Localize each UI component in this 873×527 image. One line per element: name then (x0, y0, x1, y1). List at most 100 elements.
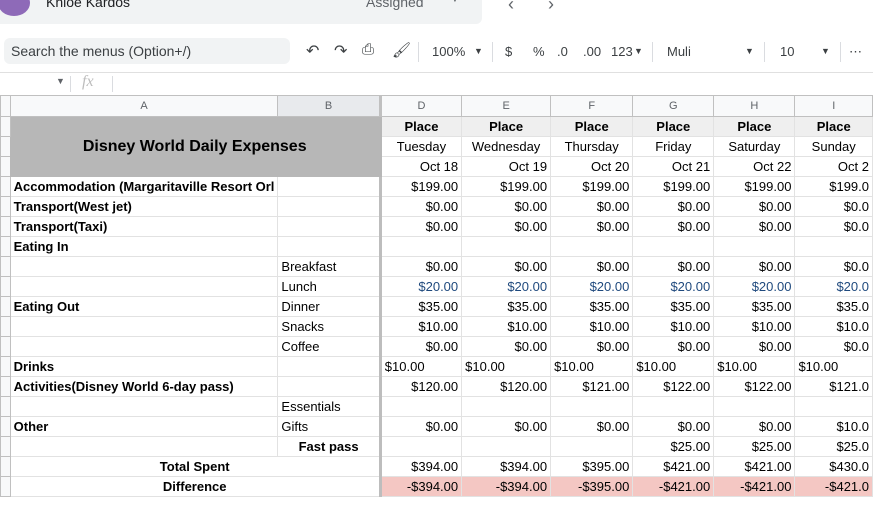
row-label[interactable]: Eating In (9, 236, 279, 257)
value-cell[interactable]: $0.00 (550, 256, 634, 277)
value-cell[interactable]: $10.00 (379, 356, 463, 377)
value-cell[interactable]: $25.00 (713, 436, 796, 457)
row-header[interactable] (0, 316, 11, 337)
column-header-b[interactable]: B (277, 95, 382, 117)
value-cell[interactable] (461, 436, 552, 457)
sub-label[interactable]: Gifts (277, 416, 382, 437)
value-cell[interactable]: $35.00 (379, 296, 463, 317)
value-cell[interactable]: -$394.00 (379, 476, 463, 497)
value-cell[interactable]: $0.00 (461, 196, 552, 217)
row-label[interactable]: Difference (9, 476, 382, 497)
value-cell[interactable]: $35.00 (713, 296, 796, 317)
value-cell[interactable]: $0.0 (794, 336, 873, 357)
value-cell[interactable]: $0.00 (713, 336, 796, 357)
assignee-chip[interactable]: Khloe Kardos Assigned ▼ (0, 0, 482, 24)
value-cell[interactable]: -$395.00 (550, 476, 634, 497)
value-cell[interactable]: $0.00 (550, 416, 634, 437)
row-label[interactable]: Transport(West jet) (9, 196, 279, 217)
place-header[interactable]: Place (550, 116, 634, 137)
column-header-e[interactable]: E (461, 95, 552, 117)
formats-caret-icon[interactable]: ▼ (634, 46, 643, 56)
decrease-decimal-button[interactable]: .0 (557, 44, 568, 59)
place-header[interactable]: Place (379, 116, 463, 137)
percent-button[interactable]: % (533, 44, 545, 59)
row-header[interactable] (0, 376, 11, 397)
menu-search-input[interactable]: Search the menus (Option+/) (4, 38, 290, 64)
value-cell[interactable]: -$421.00 (713, 476, 796, 497)
row-header[interactable] (0, 236, 11, 257)
row-label[interactable] (9, 336, 279, 357)
value-cell[interactable]: $0.00 (379, 336, 463, 357)
value-cell[interactable]: $421.00 (713, 456, 796, 477)
value-cell[interactable]: $121.0 (794, 376, 873, 397)
value-cell[interactable]: $10.00 (379, 316, 463, 337)
row-header[interactable] (0, 416, 11, 437)
nav-arrows[interactable]: ‹› (508, 0, 588, 15)
value-cell[interactable] (550, 436, 634, 457)
value-cell[interactable]: $35.0 (794, 296, 873, 317)
sub-label[interactable]: Fast pass (277, 436, 382, 457)
place-header[interactable]: Place (713, 116, 796, 137)
value-cell[interactable]: $0.00 (550, 196, 634, 217)
currency-button[interactable]: $ (505, 44, 512, 59)
value-cell[interactable]: $20.0 (794, 276, 873, 297)
column-header-g[interactable]: G (632, 95, 715, 117)
value-cell[interactable]: $25.0 (794, 436, 873, 457)
value-cell[interactable]: $0.00 (379, 256, 463, 277)
row-header[interactable] (0, 136, 11, 157)
value-cell[interactable]: $35.00 (550, 296, 634, 317)
sub-label[interactable] (277, 196, 382, 217)
value-cell[interactable]: $0.00 (461, 416, 552, 437)
value-cell[interactable]: $0.0 (794, 256, 873, 277)
more-formats-button[interactable]: 123 (611, 44, 633, 59)
value-cell[interactable]: $0.00 (632, 416, 715, 437)
row-header[interactable] (0, 196, 11, 217)
value-cell[interactable]: $0.00 (713, 256, 796, 277)
row-header[interactable] (0, 276, 11, 297)
value-cell[interactable]: $122.00 (632, 376, 715, 397)
row-label[interactable] (9, 436, 279, 457)
value-cell[interactable]: $199.00 (550, 176, 634, 197)
row-header[interactable] (0, 356, 11, 377)
value-cell[interactable]: $20.00 (550, 276, 634, 297)
value-cell[interactable] (632, 396, 715, 417)
row-header[interactable] (0, 336, 11, 357)
sub-label[interactable]: Breakfast (277, 256, 382, 277)
value-cell[interactable]: $10.0 (794, 416, 873, 437)
value-cell[interactable]: $0.00 (461, 256, 552, 277)
value-cell[interactable]: $10.0 (794, 316, 873, 337)
value-cell[interactable]: $35.00 (632, 296, 715, 317)
column-header-a[interactable]: A (9, 95, 279, 117)
day-cell[interactable]: Thursday (550, 136, 634, 157)
value-cell[interactable] (794, 396, 873, 417)
row-label[interactable]: Transport(Taxi) (9, 216, 279, 237)
font-size-caret-icon[interactable]: ▼ (821, 46, 830, 56)
value-cell[interactable]: $10.00 (713, 316, 796, 337)
value-cell[interactable]: $394.00 (379, 456, 463, 477)
row-label[interactable]: Total Spent (9, 456, 382, 477)
row-label[interactable]: Other (9, 416, 279, 437)
redo-icon[interactable]: ↷ (334, 41, 347, 61)
row-header[interactable] (0, 176, 11, 197)
day-cell[interactable]: Saturday (713, 136, 796, 157)
paint-format-icon[interactable]: 🖌 (392, 41, 411, 59)
value-cell[interactable]: $120.00 (379, 376, 463, 397)
value-cell[interactable]: $0.00 (550, 216, 634, 237)
zoom-select[interactable]: 100% (432, 44, 465, 59)
value-cell[interactable]: $0.00 (550, 336, 634, 357)
value-cell[interactable]: $0.00 (713, 196, 796, 217)
place-header[interactable]: Place (794, 116, 873, 137)
value-cell[interactable]: $10.00 (632, 316, 715, 337)
value-cell[interactable]: $20.00 (461, 276, 552, 297)
row-label[interactable] (9, 256, 279, 277)
value-cell[interactable] (550, 396, 634, 417)
value-cell[interactable]: $10.00 (461, 356, 552, 377)
sub-label[interactable]: Essentials (277, 396, 382, 417)
chevron-right-icon[interactable]: › (548, 0, 588, 14)
sub-label[interactable]: Snacks (277, 316, 382, 337)
value-cell[interactable]: $10.00 (461, 316, 552, 337)
row-header[interactable] (0, 436, 11, 457)
row-label[interactable]: Eating Out (9, 296, 279, 317)
row-header[interactable] (0, 476, 11, 497)
value-cell[interactable]: $35.00 (461, 296, 552, 317)
